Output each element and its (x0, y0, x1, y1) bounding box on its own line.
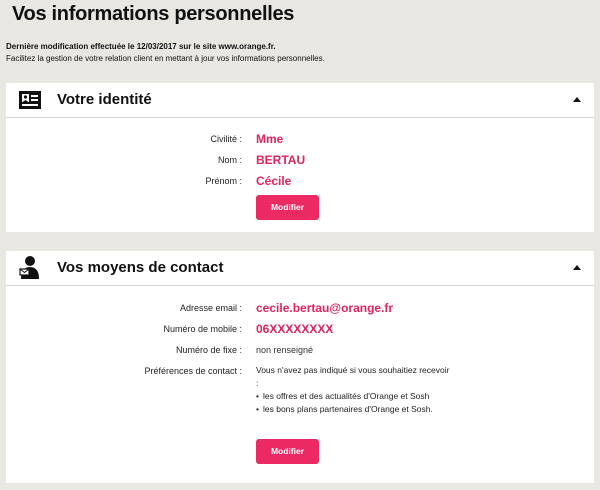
preferences-text: Vous n'avez pas indiqué si vous souhaiti… (256, 364, 486, 416)
person-contact-icon (19, 255, 41, 284)
field-value: BERTAU (256, 153, 306, 167)
field-label: Numéro de mobile : (163, 324, 242, 334)
field-row-prenom: Prénom : Cécile (6, 173, 594, 189)
preferences-intro: Vous n'avez pas indiqué si vous souhaiti… (256, 365, 450, 375)
field-label: Adresse email : (179, 303, 242, 313)
chevron-up-icon[interactable] (573, 265, 581, 270)
field-value: Cécile (256, 174, 292, 188)
field-label: Préférences de contact : (144, 366, 242, 376)
field-value: Mme (256, 132, 284, 146)
last-modified-text: Dernière modification effectuée le 12/03… (6, 42, 276, 51)
preferences-list: les offres et des actualités d'Orange et… (256, 390, 486, 416)
contact-card: Vos moyens de contact Adresse email : ce… (6, 251, 594, 483)
page-title: Vos informations personnelles (12, 3, 295, 25)
field-row-nom: Nom : BERTAU (6, 152, 594, 168)
preferences-colon: : (256, 378, 259, 388)
field-value: non renseigné (256, 345, 314, 355)
contact-modify-button[interactable]: Modifier (256, 439, 319, 464)
field-row-email: Adresse email : cecile.bertau@orange.fr (6, 300, 594, 316)
field-row-preferences: Préférences de contact : Vous n'avez pas… (6, 363, 594, 423)
field-label: Civilité : (210, 134, 242, 144)
identity-card-header[interactable]: Votre identité (6, 83, 594, 118)
field-row-civilite: Civilité : Mme (6, 131, 594, 147)
intro-subtitle: Facilitez la gestion de votre relation c… (6, 54, 325, 63)
field-value: 06XXXXXXXX (256, 322, 334, 336)
id-card-icon (19, 91, 41, 114)
field-label: Nom : (217, 155, 242, 165)
list-item: les bons plans partenaires d'Orange et S… (256, 403, 486, 416)
identity-modify-button[interactable]: Modifier (256, 195, 319, 220)
field-label: Numéro de fixe : (175, 345, 242, 355)
chevron-up-icon[interactable] (573, 97, 581, 102)
field-value: cecile.bertau@orange.fr (256, 301, 394, 315)
identity-card: Votre identité Civilité : Mme Nom : BERT… (6, 83, 594, 232)
contact-card-header[interactable]: Vos moyens de contact (6, 251, 594, 286)
intro-text: Dernière modification effectuée le 12/03… (6, 41, 325, 65)
identity-card-title: Votre identité (57, 91, 152, 108)
field-row-mobile: Numéro de mobile : 06XXXXXXXX (6, 321, 594, 337)
field-row-fixe: Numéro de fixe : non renseigné (6, 342, 594, 358)
contact-card-title: Vos moyens de contact (57, 259, 224, 276)
field-label: Prénom : (205, 176, 242, 186)
list-item: les offres et des actualités d'Orange et… (256, 390, 486, 403)
